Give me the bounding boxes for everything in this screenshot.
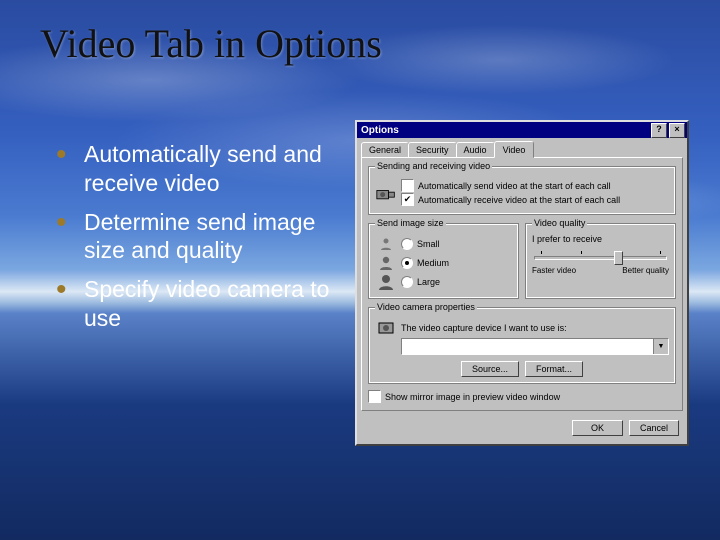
slide: Video Tab in Options Automatically send … xyxy=(0,0,720,540)
camera-icon xyxy=(375,184,397,202)
tab-body-video: Sending and receiving video Automaticall… xyxy=(361,157,683,411)
bullet-item: Determine send image size and quality xyxy=(50,208,340,266)
radio-label: Medium xyxy=(417,258,449,268)
camera-desc: The video capture device I want to use i… xyxy=(401,323,567,333)
radio-small[interactable] xyxy=(401,238,413,250)
radio-label: Small xyxy=(417,239,440,249)
webcam-icon xyxy=(375,319,397,337)
camera-dropdown[interactable]: ▼ xyxy=(401,338,669,355)
tab-general[interactable]: General xyxy=(361,142,409,158)
help-button[interactable]: ? xyxy=(651,123,667,138)
ok-button[interactable]: OK xyxy=(572,420,623,436)
checkbox-auto-receive[interactable]: ✔ xyxy=(401,193,414,206)
checkbox-mirror[interactable] xyxy=(368,390,381,403)
cancel-button[interactable]: Cancel xyxy=(629,420,679,436)
person-medium-icon xyxy=(375,254,397,272)
dialog-titlebar[interactable]: Options ? × xyxy=(357,122,687,138)
bullet-item: Specify video camera to use xyxy=(50,275,340,333)
group-legend: Sending and receiving video xyxy=(375,161,492,171)
chevron-down-icon[interactable]: ▼ xyxy=(653,339,668,354)
group-image-size: Send image size Small Medium La xyxy=(368,223,519,299)
slider-left-label: Faster video xyxy=(532,266,576,275)
close-button[interactable]: × xyxy=(669,123,685,138)
radio-label: Large xyxy=(417,277,440,287)
group-video-quality: Video quality I prefer to receive Faster… xyxy=(525,223,676,299)
group-legend: Video quality xyxy=(532,218,587,228)
dialog-button-row: OK Cancel xyxy=(357,416,687,444)
source-button[interactable]: Source... xyxy=(461,361,519,377)
radio-large[interactable] xyxy=(401,276,413,288)
tab-audio[interactable]: Audio xyxy=(456,142,495,158)
checkbox-auto-send[interactable] xyxy=(401,179,414,192)
format-button[interactable]: Format... xyxy=(525,361,583,377)
group-camera: Video camera properties The video captur… xyxy=(368,307,676,384)
quality-desc: I prefer to receive xyxy=(532,234,669,244)
bullet-item: Automatically send and receive video xyxy=(50,140,340,198)
tab-security[interactable]: Security xyxy=(408,142,457,158)
group-legend: Send image size xyxy=(375,218,446,228)
dialog-title: Options xyxy=(361,125,399,136)
person-small-icon xyxy=(375,235,397,253)
checkbox-label: Show mirror image in preview video windo… xyxy=(385,392,560,402)
group-legend: Video camera properties xyxy=(375,302,477,312)
quality-slider[interactable] xyxy=(534,248,667,264)
slider-right-label: Better quality xyxy=(622,266,669,275)
radio-medium[interactable] xyxy=(401,257,413,269)
person-large-icon xyxy=(375,273,397,291)
checkbox-label: Automatically send video at the start of… xyxy=(418,181,611,191)
group-sending-receiving: Sending and receiving video Automaticall… xyxy=(368,166,676,215)
tab-strip: General Security Audio Video xyxy=(357,138,687,158)
checkbox-label: Automatically receive video at the start… xyxy=(418,195,620,205)
options-dialog: Options ? × General Security Audio Video… xyxy=(355,120,689,446)
bullet-list: Automatically send and receive video Det… xyxy=(50,140,340,343)
tab-video[interactable]: Video xyxy=(494,141,535,158)
slide-title: Video Tab in Options xyxy=(40,20,382,67)
